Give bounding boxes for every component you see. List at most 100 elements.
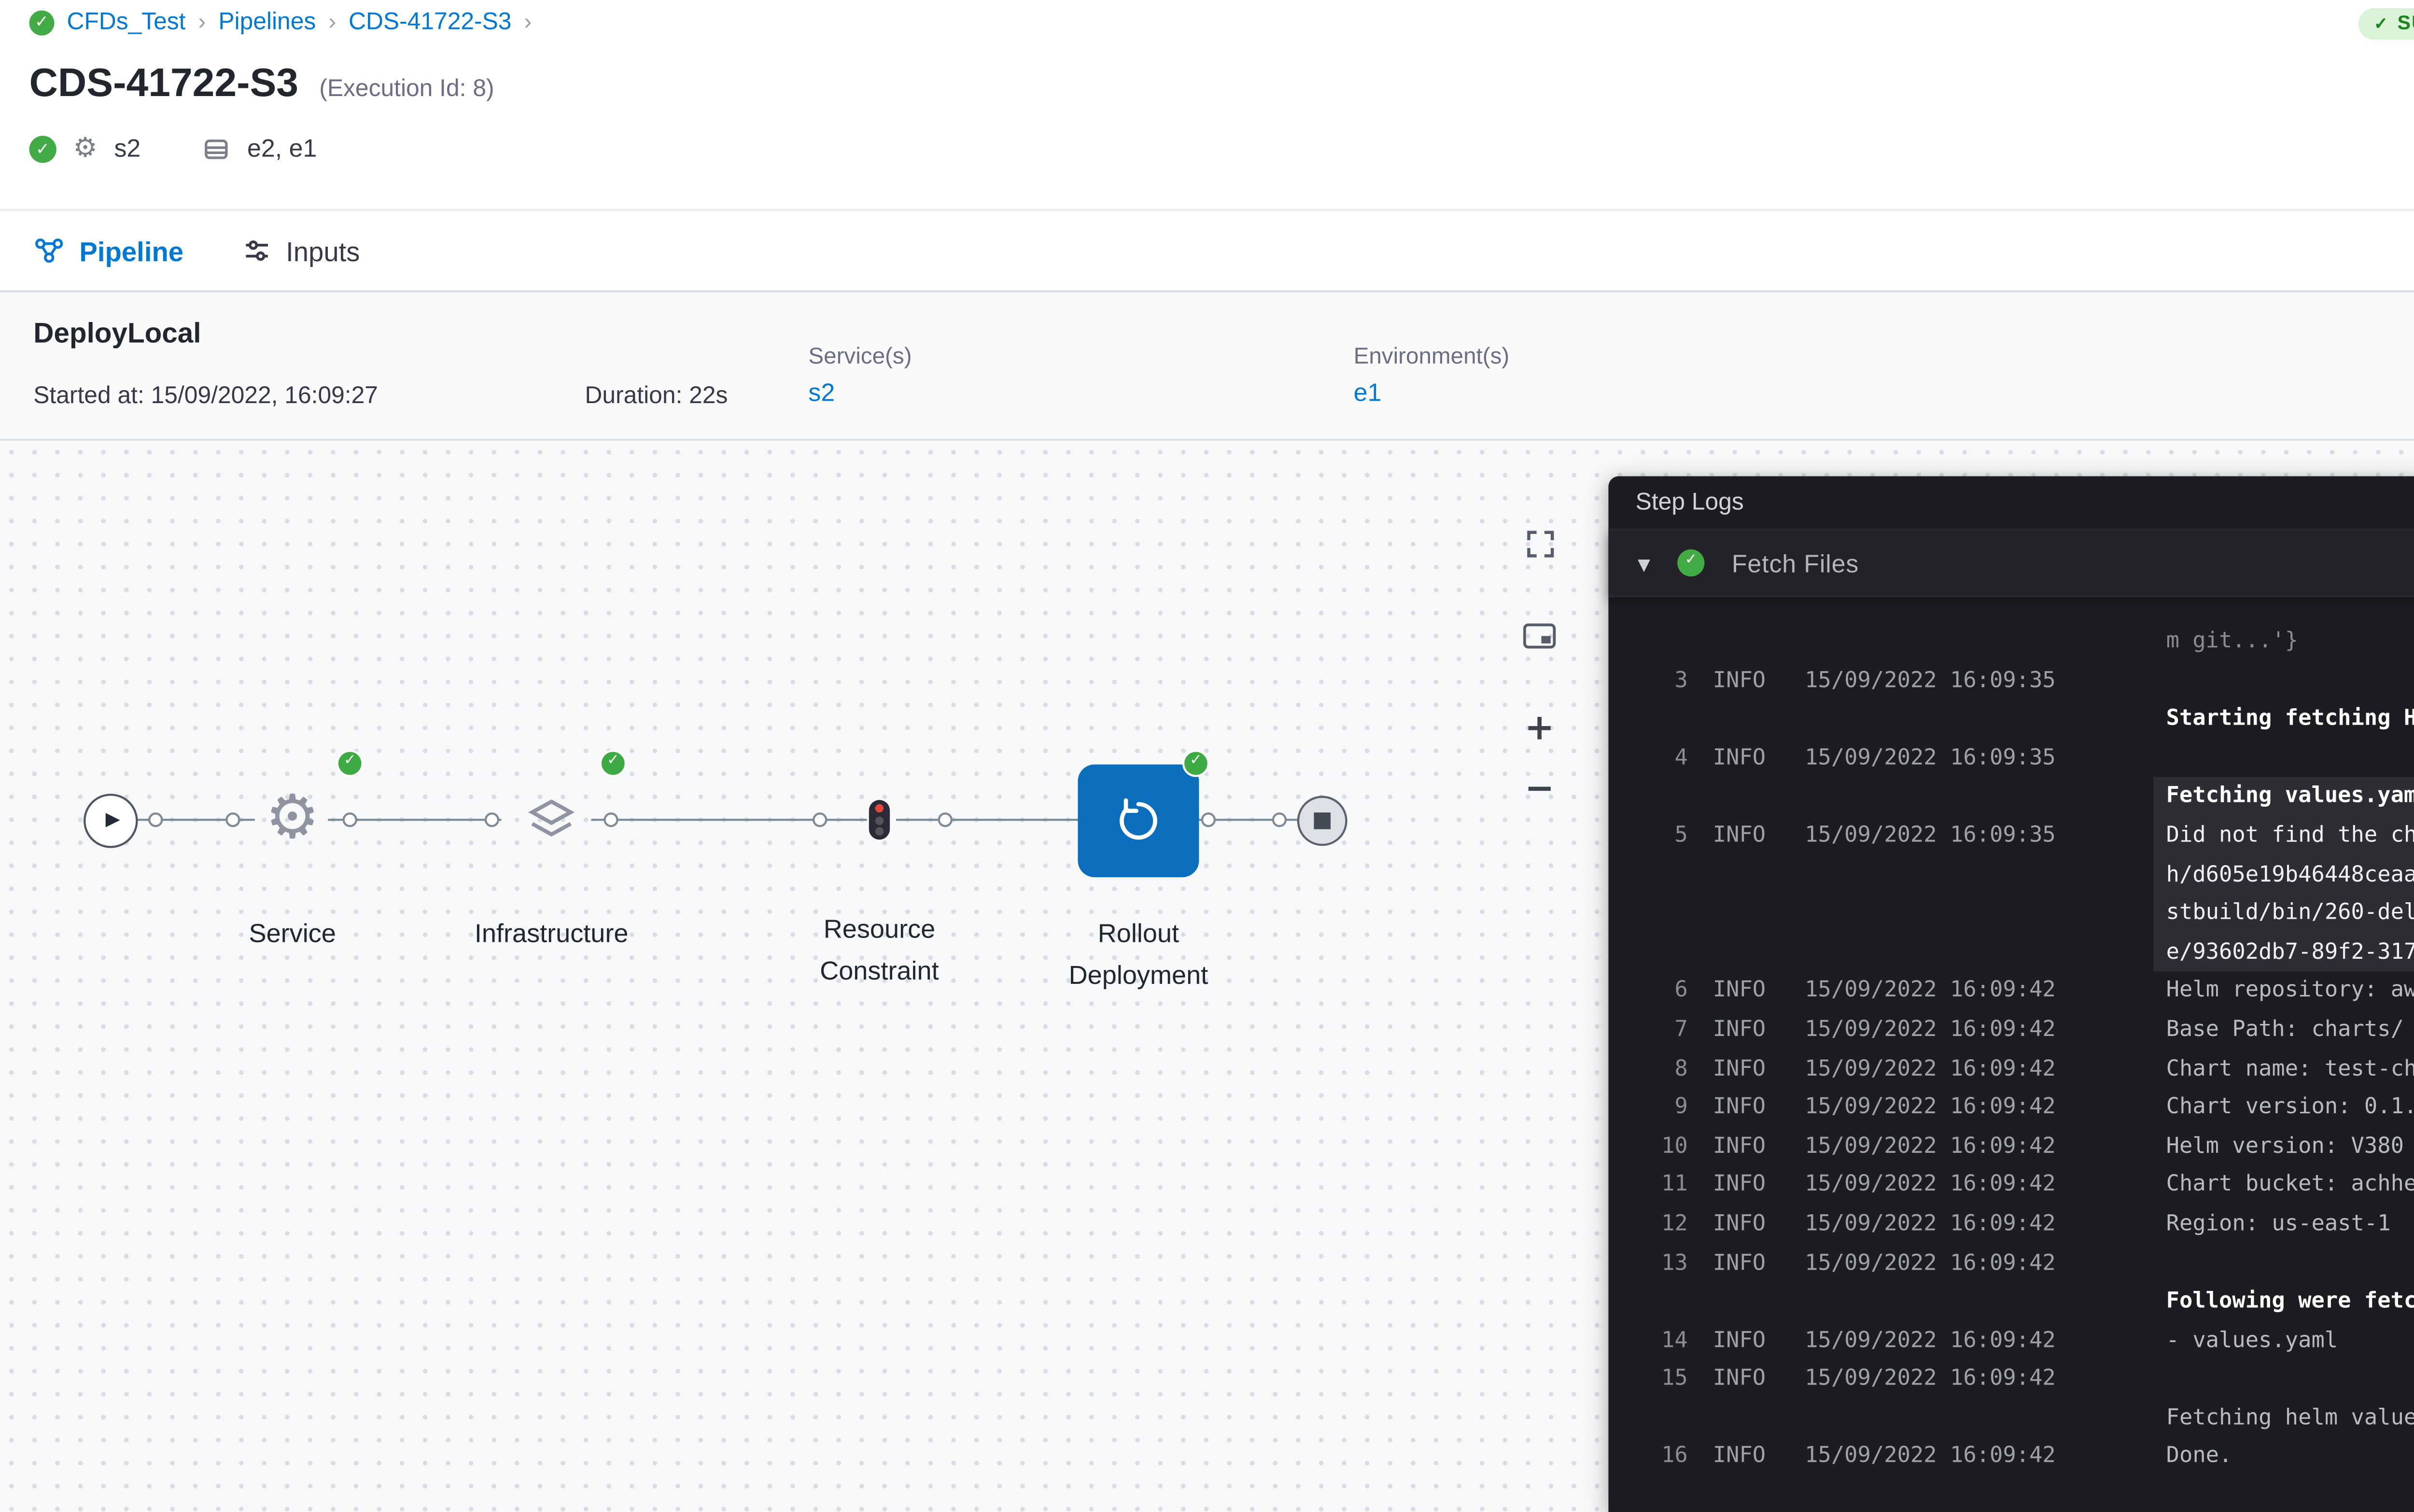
service-success-badge: ✓ <box>337 750 364 777</box>
log-line[interactable]: 16 INFO 15/09/2022 16:09:42 Done. <box>1638 1438 2414 1477</box>
log-line[interactable]: 6 INFO 15/09/2022 16:09:42 Helm reposito… <box>1638 972 2414 1010</box>
log-timestamp: 15/09/2022 16:09:42 <box>1805 1205 2060 1244</box>
step-row-fetch-files[interactable]: ▾ ✓ Fetch Files ↑ ↓ 9s <box>1608 531 2414 597</box>
log-level: INFO <box>1713 1321 1784 1360</box>
log-line-number: 9 <box>1638 1089 1688 1127</box>
breadcrumb-separator: › <box>328 11 336 36</box>
tab-pipeline[interactable]: Pipeline <box>33 235 183 266</box>
services-link[interactable]: s2 <box>808 378 1353 407</box>
log-message: Done. <box>2154 1438 2414 1477</box>
environments-label: Environment(s) <box>1354 345 1899 370</box>
tab-inputs[interactable]: Inputs <box>242 235 360 266</box>
log-message: Base Path: charts/ <box>2154 1011 2414 1050</box>
log-line[interactable]: 4 INFO 15/09/2022 16:09:35 <box>1638 739 2414 778</box>
log-line[interactable]: 7 INFO 15/09/2022 16:09:42 Base Path: ch… <box>1638 1011 2414 1050</box>
log-timestamp: 15/09/2022 16:09:42 <box>1805 1321 2060 1360</box>
log-line[interactable]: Fetching values.yaml from helm chart rep… <box>1638 778 2414 816</box>
services-label: Service(s) <box>808 345 1353 370</box>
log-level: INFO <box>1713 1244 1784 1282</box>
log-line-number: 16 <box>1638 1438 1688 1477</box>
pipeline-start-node[interactable]: ▶ <box>84 794 138 848</box>
log-level: INFO <box>1713 1011 1784 1050</box>
log-timestamp: 15/09/2022 16:09:42 <box>1805 972 2060 1010</box>
log-level: INFO <box>1713 1438 1784 1477</box>
log-line-number: 8 <box>1638 1050 1688 1088</box>
infrastructure-step-node[interactable] <box>524 794 578 848</box>
log-message: - values.yaml <box>2154 1321 2414 1360</box>
step-logs-header: Step Logs Console View <box>1608 476 2414 530</box>
log-line[interactable]: 9 INFO 15/09/2022 16:09:42 Chart version… <box>1638 1089 2414 1127</box>
service-icon: ⚙ <box>73 135 97 162</box>
execution-meta: ✓ SUCCESS Start time 15/09/2022 16:09:26… <box>2359 2 2414 44</box>
breadcrumb-project[interactable]: CFDs_Test <box>67 11 185 36</box>
log-line[interactable]: 3 INFO 15/09/2022 16:09:35 <box>1638 661 2414 700</box>
log-lines: m git...'} 3 INFO 15/09/2022 16:09:35 <box>1608 597 2414 1512</box>
log-line[interactable]: 11 INFO 15/09/2022 16:09:42 Chart bucket… <box>1638 1166 2414 1205</box>
chevron-down-icon[interactable]: ▾ <box>1638 548 1650 578</box>
log-line-number: 7 <box>1638 1011 1688 1050</box>
step-logs-panel: Step Logs Console View <box>1608 476 2414 1512</box>
stage-name: DeployLocal <box>33 318 585 349</box>
execution-graph: ▶ ⚙ ✓ ✓ ✓ <box>0 441 1608 1512</box>
breadcrumb-pipelines[interactable]: Pipelines <box>218 11 316 36</box>
breadcrumb-separator: › <box>198 11 206 36</box>
rollout-deployment-step-node[interactable] <box>1078 765 1199 878</box>
log-line[interactable]: Following were fetched successfully : <box>1638 1283 2414 1321</box>
title-bar: CDS-41722-S3 (Execution Id: 8) ✓ ⚙ s2 e2… <box>0 46 2414 209</box>
status-badge: ✓ SUCCESS <box>2359 7 2414 39</box>
canvas-zoom-out-button[interactable]: − <box>1518 769 1560 811</box>
log-level: INFO <box>1713 1166 1784 1205</box>
inputs-icon <box>242 236 271 266</box>
pipeline-end-node[interactable] <box>1297 796 1347 846</box>
log-line-number: 13 <box>1638 1244 1688 1282</box>
log-line[interactable]: 10 INFO 15/09/2022 16:09:42 Helm version… <box>1638 1127 2414 1166</box>
log-message: Did not find the chart and version in lo… <box>2154 817 2414 972</box>
service-step-node[interactable]: ⚙ <box>261 785 324 848</box>
log-level: INFO <box>1713 817 1784 855</box>
log-line[interactable]: 14 INFO 15/09/2022 16:09:42 - values.yam… <box>1638 1321 2414 1360</box>
log-line[interactable]: 13 INFO 15/09/2022 16:09:42 <box>1638 1244 2414 1282</box>
graph-port <box>1201 812 1216 827</box>
log-line-number: 12 <box>1638 1205 1688 1244</box>
graph-port <box>938 812 953 827</box>
log-message: Helm version: V380 <box>2154 1127 2414 1166</box>
log-line[interactable]: 12 INFO 15/09/2022 16:09:42 Region: us-e… <box>1638 1205 2414 1244</box>
log-line[interactable]: 5 INFO 15/09/2022 16:09:35 Did not find … <box>1638 817 2414 972</box>
rollout-icon <box>1113 796 1164 846</box>
pipeline-canvas: ▶ ⚙ ✓ ✓ ✓ <box>0 441 2414 1512</box>
infrastructure-icon <box>524 794 578 848</box>
stage-started-at: Started at: 15/09/2022, 16:09:27 <box>33 384 585 409</box>
log-line[interactable]: 15 INFO 15/09/2022 16:09:42 <box>1638 1360 2414 1399</box>
canvas-fullscreen-button[interactable] <box>1518 522 1560 564</box>
environment-names: e2, e1 <box>247 134 317 163</box>
step-success-icon: ✓ <box>1677 549 1704 576</box>
log-timestamp: 15/09/2022 16:09:42 <box>1805 1438 2060 1477</box>
breadcrumb-pipeline[interactable]: CDS-41722-S3 <box>349 11 511 36</box>
log-line-number: 10 <box>1638 1127 1688 1166</box>
node-label-rollout-deployment: Rollout Deployment <box>1051 913 1226 996</box>
log-line[interactable]: Starting fetching Helm values <box>1638 700 2414 739</box>
pipeline-icon <box>33 236 65 266</box>
status-label: SUCCESS <box>2398 12 2414 35</box>
log-message: Helm repository: aws-qa-setup-modified <box>2154 972 2414 1010</box>
graph-port <box>1272 812 1287 827</box>
log-timestamp: 15/09/2022 16:09:42 <box>1805 1089 2060 1127</box>
canvas-minimap-button[interactable] <box>1518 614 1560 656</box>
stage-summary-bar: DeployLocal Started at: 15/09/2022, 16:0… <box>0 293 2414 441</box>
log-line[interactable]: 8 INFO 15/09/2022 16:09:42 Chart name: t… <box>1638 1050 2414 1088</box>
log-line[interactable]: m git...'} <box>1638 622 2414 661</box>
graph-edge <box>896 819 1078 822</box>
log-message: Fetching helm values completed successfu… <box>2154 1399 2414 1438</box>
execution-id: (Execution Id: 8) <box>319 77 494 102</box>
log-level: INFO <box>1713 972 1784 1010</box>
success-icon: ✓ <box>29 11 55 36</box>
log-message: Starting fetching Helm values <box>2154 700 2414 739</box>
graph-port <box>225 812 240 827</box>
environments-link[interactable]: e1 <box>1354 378 1899 407</box>
log-line[interactable]: Fetching helm values completed successfu… <box>1638 1399 2414 1438</box>
canvas-zoom-in-button[interactable]: + <box>1518 708 1560 750</box>
log-line-number: 4 <box>1638 739 1688 778</box>
environments-icon <box>203 135 230 162</box>
resource-constraint-step-node[interactable] <box>869 800 890 840</box>
log-level: INFO <box>1713 1360 1784 1399</box>
